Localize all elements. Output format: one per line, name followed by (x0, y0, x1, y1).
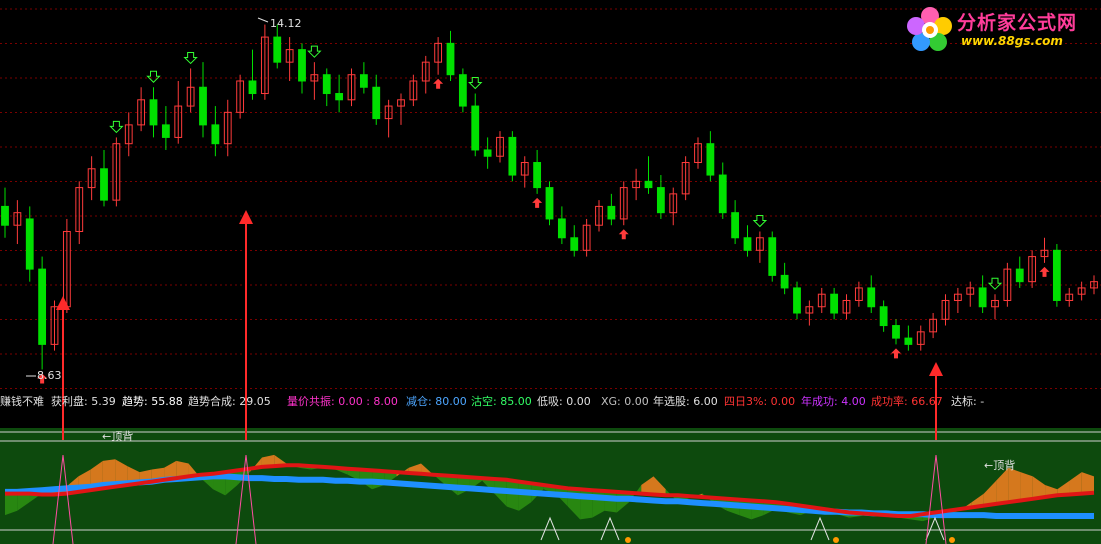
sell-marker-icon (307, 45, 322, 58)
sell-marker-icon (146, 70, 161, 83)
buy-signal-arrow-icon (239, 210, 253, 224)
low-price-label: 8.63 (37, 369, 62, 382)
top-divergence-label: ←顶背 (984, 458, 1015, 472)
info-clear: 沽空: 85.00 (471, 395, 532, 408)
info-target: 达标: - (951, 395, 985, 408)
candles (1, 24, 1098, 370)
candle-body (38, 268, 47, 345)
oscillator-band-segment (604, 491, 617, 513)
candle-body (718, 174, 727, 214)
candle-body (458, 74, 467, 107)
sell-marker-icon (183, 51, 198, 65)
candle-body (100, 168, 108, 201)
candle-body (211, 124, 220, 145)
top-divergence-label: ←顶背 (102, 429, 133, 443)
logo-url: www.88gs.com (961, 34, 1063, 48)
candle-body (892, 325, 900, 339)
candle-body (978, 287, 987, 308)
candle-body (471, 105, 480, 151)
candle-body (446, 42, 455, 76)
logo-title: 分析家公式网 (957, 12, 1078, 34)
info-title: 赚钱不难 (0, 395, 44, 408)
candle-body (161, 124, 170, 138)
sell-marker-icon (109, 120, 124, 134)
candle-body (1, 205, 9, 226)
indicator-info-bar: 赚钱不难 获利盘: 5.39 趋势: 55.88 趋势合成: 29.05 量价共振: 0… (0, 394, 1101, 410)
buy-marker-icon (891, 348, 901, 359)
candle-body (656, 187, 665, 214)
candle-body (1052, 249, 1061, 301)
buy-marker-icon (1039, 266, 1050, 277)
candle-body (545, 187, 554, 220)
info-year_pick: 年选股: 6.00 (653, 395, 718, 408)
price-labels: 14.12 8.63 (26, 17, 302, 382)
candle-body (149, 99, 158, 126)
candle-body (607, 205, 616, 220)
candle-body (867, 287, 876, 308)
buy-signal-arrow-icon (56, 296, 70, 310)
candle-body (780, 274, 789, 289)
candle-body (731, 212, 740, 239)
info-four_day: 四日3%: 0.00 (724, 395, 796, 408)
sell-marker-icon (468, 77, 483, 90)
candle-body (706, 143, 715, 176)
info-low_buy: 低吸: 0.00 (537, 395, 591, 408)
candle-body (793, 287, 801, 314)
oscillator-band-segment (506, 479, 519, 511)
info-trend_comb: 趋势合成: 29.05 (188, 395, 271, 408)
sell-marker-icon (752, 214, 768, 228)
buy-marker-icon (433, 78, 444, 89)
candle-body (570, 237, 579, 251)
flower-logo-icon (907, 7, 952, 51)
candle-body (199, 86, 207, 126)
candle-body (644, 180, 653, 189)
candle-body (533, 162, 542, 189)
dot-marker (949, 537, 955, 543)
info-vol_price: 量价共振: 0.00 : 8.00 (287, 395, 398, 408)
info-reduce: 减仓: 80.00 (406, 395, 467, 408)
buy-signal-arrow-icon (929, 362, 943, 376)
candle-body (1015, 268, 1024, 283)
sell-marker-icon (987, 277, 1003, 290)
candle-body (743, 237, 752, 251)
info-xg: XG: 0.00 (601, 395, 649, 408)
candle-body (904, 337, 913, 345)
candle-body (557, 218, 566, 239)
dot-marker (625, 537, 631, 543)
dot-marker (833, 537, 839, 543)
candle-body (483, 149, 492, 157)
high-label-pointer (257, 17, 269, 23)
info-profit: 获利盘: 5.39 (51, 395, 116, 408)
buy-marker-icon (532, 197, 543, 208)
candle-body (298, 49, 306, 82)
buy-marker-icon (618, 229, 629, 240)
candle-body (508, 136, 517, 176)
site-logo: 分析家公式网 www.88gs.com (905, 4, 1097, 54)
info-year_success: 年成功: 4.00 (801, 395, 866, 408)
candlestick-chart: 14.12 8.63 ←顶背 ←顶背 (0, 8, 1101, 544)
candle-body (335, 93, 344, 101)
candle-body (830, 293, 839, 314)
oscillator-band-segment (1008, 467, 1021, 503)
info-success_rate: 成功率: 66.67 (871, 395, 943, 408)
candle-body (322, 74, 331, 95)
candle-body (25, 218, 34, 270)
candle-body (359, 74, 368, 88)
candle-body (372, 86, 381, 120)
info-trend: 趋势: 55.88 (122, 395, 183, 408)
high-price-label: 14.12 (270, 17, 302, 30)
candle-body (273, 36, 282, 63)
oscillator-band-segment (1020, 472, 1033, 501)
candle-body (248, 80, 257, 95)
candle-body (879, 306, 888, 327)
candle-body (768, 237, 777, 276)
